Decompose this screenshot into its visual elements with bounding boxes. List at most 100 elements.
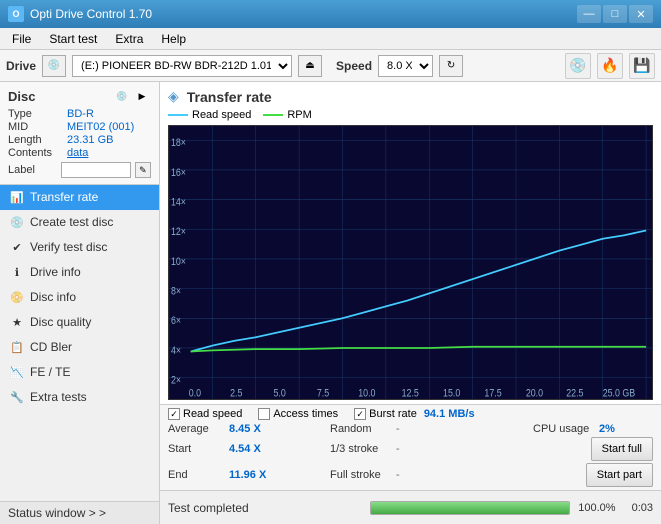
disc-mid-label: MID — [8, 121, 63, 133]
svg-text:2.5: 2.5 — [230, 388, 243, 399]
chart-title: Transfer rate — [187, 89, 272, 105]
menu-extra[interactable]: Extra — [107, 30, 151, 48]
svg-text:0.0: 0.0 — [189, 388, 202, 399]
burn-icon-btn[interactable]: 🔥 — [597, 53, 623, 79]
speed-select[interactable]: 8.0 X — [378, 55, 433, 77]
app-icon: O — [8, 6, 24, 22]
stat-random-name: Random — [330, 423, 390, 435]
svg-text:6×: 6× — [171, 316, 181, 328]
checkbox-access-times-box[interactable] — [258, 408, 270, 420]
speed-label: Speed — [336, 59, 372, 73]
disc-contents-row: Contents data — [8, 147, 151, 159]
window-controls: — □ ✕ — [577, 5, 653, 23]
stat-random-value: - — [396, 423, 400, 435]
status-text: Test completed — [168, 501, 362, 515]
stat-start-value: 4.54 X — [229, 443, 261, 455]
disc-type-row: Type BD-R — [8, 108, 151, 120]
stat-full-stroke-value: - — [396, 469, 400, 481]
stat-average-name: Average — [168, 423, 223, 435]
nav-label-extra-tests: Extra tests — [30, 390, 87, 404]
disc-label-edit-btn[interactable]: ✎ — [135, 162, 151, 178]
save-icon-btn[interactable]: 💾 — [629, 53, 655, 79]
app-title: Opti Drive Control 1.70 — [30, 7, 152, 21]
sidebar: Disc 💿 ▶ Type BD-R MID MEIT02 (001) Leng… — [0, 82, 160, 524]
status-window-button[interactable]: Status window > > — [0, 501, 159, 524]
legend-rpm-label: RPM — [287, 109, 311, 121]
stat-row-full-stroke: Full stroke - — [330, 463, 531, 487]
chart-title-icon: ◈ — [168, 88, 179, 105]
svg-text:10×: 10× — [171, 256, 186, 268]
stat-row-end: End 11.96 X — [168, 463, 328, 487]
drive-info-icon: ℹ — [10, 265, 24, 279]
nav-label-disc-info: Disc info — [30, 290, 76, 304]
nav-item-cd-bler[interactable]: 📋 CD Bler — [0, 335, 159, 360]
disc-info-btn[interactable]: ▶ — [133, 88, 151, 104]
nav-item-transfer-rate[interactable]: 📊 Transfer rate — [0, 185, 159, 210]
start-part-button[interactable]: Start part — [586, 463, 653, 487]
speed-refresh-btn[interactable]: ↻ — [439, 55, 463, 77]
stat-1-3-stroke-value: - — [396, 443, 400, 455]
eject-button[interactable]: ⏏ — [298, 55, 322, 77]
nav-item-disc-info[interactable]: 📀 Disc info — [0, 285, 159, 310]
start-full-button[interactable]: Start full — [591, 437, 653, 461]
disc-label-row: Label ✎ — [8, 162, 151, 178]
progress-bar-container — [370, 501, 570, 515]
svg-text:7.5: 7.5 — [317, 388, 330, 399]
stat-end-value: 11.96 X — [229, 469, 266, 481]
title-bar: O Opti Drive Control 1.70 — □ ✕ — [0, 0, 661, 28]
start-part-container: Start part — [533, 463, 653, 487]
svg-text:14×: 14× — [171, 197, 186, 209]
menu-help[interactable]: Help — [153, 30, 194, 48]
stat-row-start: Start 4.54 X — [168, 437, 328, 461]
disc-panel: Disc 💿 ▶ Type BD-R MID MEIT02 (001) Leng… — [0, 82, 159, 185]
stat-end-name: End — [168, 469, 223, 481]
maximize-button[interactable]: □ — [603, 5, 627, 23]
drive-select[interactable]: (E:) PIONEER BD-RW BDR-212D 1.01 — [72, 55, 292, 77]
checkbox-read-speed[interactable]: ✓ Read speed — [168, 408, 242, 420]
progress-bar-fill — [371, 502, 569, 514]
legend-read-speed-color — [168, 114, 188, 116]
nav-list: 📊 Transfer rate 💿 Create test disc ✔ Ver… — [0, 185, 159, 501]
disc-type-value: BD-R — [67, 108, 94, 120]
nav-item-fe-te[interactable]: 📉 FE / TE — [0, 360, 159, 385]
nav-item-disc-quality[interactable]: ★ Disc quality — [0, 310, 159, 335]
checkbox-burst-rate[interactable]: ✓ Burst rate 94.1 MB/s — [354, 408, 474, 420]
stat-row-random: Random - — [330, 423, 531, 435]
nav-item-extra-tests[interactable]: 🔧 Extra tests — [0, 385, 159, 410]
svg-text:25.0 GB: 25.0 GB — [603, 388, 636, 399]
minimize-button[interactable]: — — [577, 5, 601, 23]
svg-text:12.5: 12.5 — [402, 388, 420, 399]
disc-view-btn[interactable]: 💿 — [113, 88, 131, 104]
menu-start-test[interactable]: Start test — [41, 30, 105, 48]
checkbox-read-speed-box[interactable]: ✓ — [168, 408, 180, 420]
nav-item-verify-test-disc[interactable]: ✔ Verify test disc — [0, 235, 159, 260]
nav-item-create-test-disc[interactable]: 💿 Create test disc — [0, 210, 159, 235]
legend-rpm-color — [263, 114, 283, 116]
nav-item-drive-info[interactable]: ℹ Drive info — [0, 260, 159, 285]
close-button[interactable]: ✕ — [629, 5, 653, 23]
drive-icon-btn[interactable]: 💿 — [42, 55, 66, 77]
svg-text:8×: 8× — [171, 286, 181, 298]
fe-te-icon: 📉 — [10, 365, 24, 379]
stat-cpu-name: CPU usage — [533, 423, 593, 435]
stat-row-average: Average 8.45 X — [168, 423, 328, 435]
nav-label-transfer-rate: Transfer rate — [30, 190, 98, 204]
svg-text:10.0: 10.0 — [358, 388, 376, 399]
disc-length-row: Length 23.31 GB — [8, 134, 151, 146]
disc-icon-btn[interactable]: 💿 — [565, 53, 591, 79]
burst-rate-value: 94.1 MB/s — [424, 408, 475, 420]
checkbox-access-times-label: Access times — [273, 408, 338, 420]
disc-info-icon: 📀 — [10, 290, 24, 304]
menu-file[interactable]: File — [4, 30, 39, 48]
stat-start-name: Start — [168, 443, 223, 455]
disc-label-input[interactable] — [61, 162, 131, 178]
disc-contents-value[interactable]: data — [67, 147, 88, 159]
disc-length-value: 23.31 GB — [67, 134, 113, 146]
disc-mid-value: MEIT02 (001) — [67, 121, 134, 133]
drive-bar: Drive 💿 (E:) PIONEER BD-RW BDR-212D 1.01… — [0, 50, 661, 82]
checkbox-access-times[interactable]: Access times — [258, 408, 338, 420]
legend-read-speed: Read speed — [168, 109, 251, 121]
chart-svg-area: 18× 16× 14× 12× 10× 8× 6× 4× 2× 0.0 2.5 … — [168, 125, 653, 400]
checkbox-burst-rate-box[interactable]: ✓ — [354, 408, 366, 420]
status-window-label: Status window > > — [8, 506, 106, 520]
